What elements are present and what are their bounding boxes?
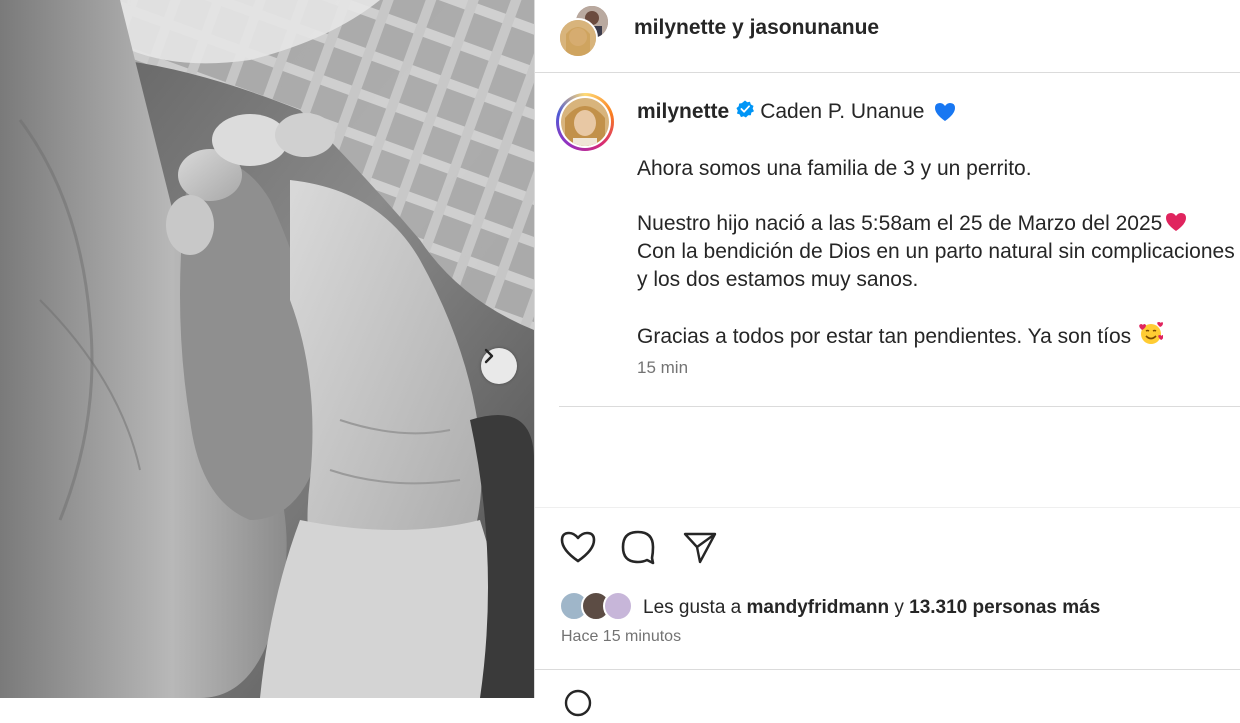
- caption-timestamp[interactable]: 15 min: [637, 358, 688, 378]
- divider: [535, 669, 1240, 670]
- emoji-icon: [564, 689, 592, 717]
- next-photo-button[interactable]: [481, 348, 517, 384]
- verified-badge-icon: [736, 100, 755, 124]
- likes-joiner: y: [889, 597, 910, 618]
- likes-count[interactable]: 13.310 personas más: [909, 597, 1100, 618]
- caption-avatar[interactable]: [556, 93, 614, 151]
- baby-hand-photo: [0, 0, 534, 698]
- share-button[interactable]: [681, 528, 719, 571]
- post-header: milynette y jasonunanue: [535, 0, 1240, 73]
- blue-heart-icon: [934, 102, 956, 122]
- post-time-ago[interactable]: Hace 15 minutos: [561, 628, 681, 646]
- caption-username[interactable]: milynette: [637, 100, 729, 124]
- caption-line: Gracias a todos por estar tan pendientes…: [637, 322, 1164, 349]
- liker-username[interactable]: mandyfridmann: [747, 597, 890, 618]
- liker-avatar: [603, 591, 633, 621]
- chevron-right-icon: [484, 348, 494, 364]
- caption-line: y los dos estamos muy sanos.: [637, 268, 919, 291]
- header-username-1[interactable]: milynette: [634, 16, 726, 39]
- post-details-panel: milynette y jasonunanue milynette Caden …: [534, 0, 1240, 717]
- avatar-milynette[interactable]: [558, 18, 598, 58]
- send-icon: [683, 532, 717, 564]
- collab-usernames[interactable]: milynette y jasonunanue: [634, 16, 879, 40]
- caption-line: Con la bendición de Dios en un parto nat…: [637, 240, 1235, 263]
- liked-by-avatars[interactable]: [559, 591, 639, 623]
- comment-button[interactable]: [619, 528, 657, 571]
- likes-summary[interactable]: Les gusta a mandyfridmann y 13.310 perso…: [643, 597, 1100, 619]
- like-button[interactable]: [559, 528, 597, 571]
- caption-line: Nuestro hijo nació a las 5:58am el 25 de…: [637, 212, 1187, 236]
- header-joiner: y: [726, 16, 750, 39]
- red-heart-icon: [1165, 212, 1187, 232]
- emoji-picker-button[interactable]: [563, 688, 593, 723]
- avatar-image: [561, 98, 609, 146]
- comment-icon: [621, 530, 655, 565]
- caption-header: milynette Caden P. Unanue: [637, 100, 956, 124]
- heart-icon: [560, 531, 596, 563]
- post-photo[interactable]: [0, 0, 534, 698]
- smiling-hearts-emoji-icon: [1139, 322, 1164, 346]
- divider: [535, 507, 1240, 508]
- likes-prefix: Les gusta a: [643, 597, 747, 618]
- caption-line: Ahora somos una familia de 3 y un perrit…: [637, 157, 1032, 180]
- caption-title: Caden P. Unanue: [760, 100, 925, 123]
- collab-avatars[interactable]: [558, 4, 610, 58]
- divider: [559, 406, 1240, 407]
- header-username-2[interactable]: jasonunanue: [750, 16, 880, 39]
